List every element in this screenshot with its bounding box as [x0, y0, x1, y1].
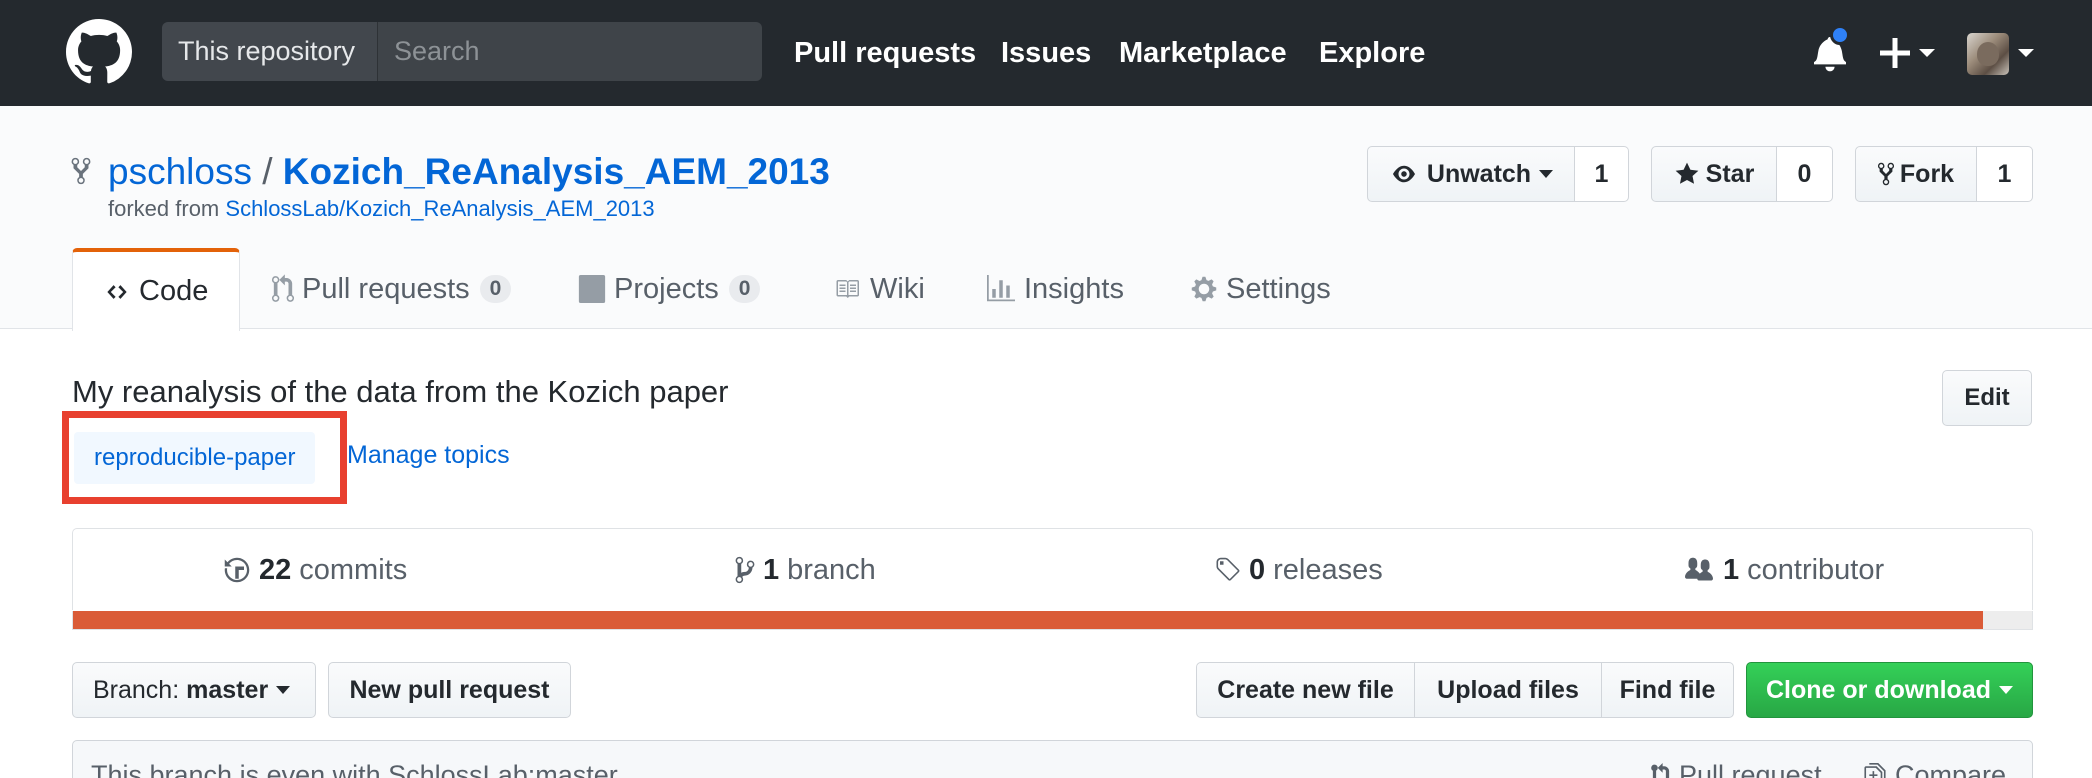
tab-code-label: Code: [139, 275, 209, 307]
top-header: This repository Pull requests Issues Mar…: [0, 0, 2092, 106]
tab-wiki[interactable]: Wiki: [832, 248, 925, 330]
releases-label: releases: [1273, 553, 1383, 586]
chevron-down-icon: [1539, 170, 1554, 178]
chevron-down-icon: [276, 686, 291, 694]
tab-settings-label: Settings: [1226, 272, 1331, 305]
eye-icon: [1392, 165, 1415, 183]
tab-code[interactable]: Code: [72, 248, 240, 331]
pull-request-label: Pull request: [1679, 760, 1822, 778]
notification-indicator: [1830, 25, 1850, 45]
gear-icon: [1191, 276, 1217, 302]
projects-counter: 0: [728, 275, 761, 303]
edit-button[interactable]: Edit: [1942, 370, 2032, 426]
commits-count: 22: [259, 553, 292, 586]
search-input[interactable]: [377, 22, 762, 81]
create-new-file-button[interactable]: Create new file: [1196, 662, 1415, 718]
git-pull-request-icon: [1651, 762, 1670, 778]
tab-settings[interactable]: Settings: [1190, 248, 1331, 330]
github-logo-icon[interactable]: [66, 19, 132, 85]
tab-pull-requests[interactable]: Pull requests 0: [272, 248, 512, 330]
star-icon: [1675, 162, 1699, 184]
tab-insights[interactable]: Insights: [986, 248, 1124, 330]
releases-link[interactable]: 0 releases: [1213, 529, 1383, 611]
clone-or-download-label: Clone or download: [1766, 675, 1991, 704]
book-icon: [836, 280, 859, 298]
search-scope-label: This repository: [162, 22, 377, 81]
repo-name-link[interactable]: Kozich_ReAnalysis_AEM_2013: [283, 151, 830, 192]
forked-from: forked from SchlossLab/Kozich_ReAnalysis…: [108, 196, 655, 222]
unwatch-label: Unwatch: [1426, 159, 1532, 188]
repo-description: My reanalysis of the data from the Kozic…: [72, 374, 729, 409]
diff-icon: [1864, 762, 1886, 778]
contributors-link[interactable]: 1 contributor: [1683, 529, 1884, 611]
nav-explore[interactable]: Explore: [1319, 33, 1425, 73]
branch-status-text: This branch is even with SchlossLab:mast…: [91, 760, 624, 778]
code-icon: [107, 284, 127, 299]
compare-label: Compare: [1895, 760, 2007, 778]
commits-label: commits: [299, 553, 408, 586]
repo-owner-link[interactable]: pschloss: [108, 151, 252, 192]
branch-name: master: [186, 675, 269, 704]
compare-link[interactable]: Compare: [1863, 760, 2006, 778]
contributors-count: 1: [1723, 553, 1740, 586]
tab-insights-label: Insights: [1024, 272, 1124, 305]
pull-requests-counter: 0: [479, 275, 512, 303]
contributors-label: contributor: [1747, 553, 1885, 586]
tab-wiki-label: Wiki: [870, 272, 925, 305]
releases-count: 0: [1249, 553, 1266, 586]
star-button[interactable]: Star: [1651, 146, 1777, 202]
people-icon: [1685, 557, 1713, 581]
watch-count[interactable]: 1: [1575, 146, 1629, 202]
repo-title: pschloss / Kozich_ReAnalysis_AEM_2013: [108, 150, 830, 194]
branch-prefix: Branch:: [93, 675, 180, 704]
clone-or-download-button[interactable]: Clone or download: [1746, 662, 2033, 718]
manage-topics-link[interactable]: Manage topics: [347, 441, 510, 470]
project-icon: [578, 275, 606, 303]
star-label: Star: [1705, 159, 1755, 188]
numbers-summary: 22 commits 1 branch 0 releases 1 contrib…: [72, 528, 2033, 610]
git-pull-request-icon: [272, 274, 294, 302]
graph-icon: [987, 275, 1015, 302]
chevron-down-icon[interactable]: [2018, 49, 2034, 57]
fork-button[interactable]: Fork: [1855, 146, 1977, 202]
tag-icon: [1216, 557, 1240, 581]
history-icon: [224, 557, 250, 583]
branch-label: branch: [787, 553, 876, 586]
nav-pull-requests[interactable]: Pull requests: [794, 33, 976, 73]
git-branch-icon: [735, 556, 755, 584]
chevron-down-icon: [1999, 686, 2013, 694]
language-bar[interactable]: [72, 611, 2033, 630]
tab-projects-label: Projects: [614, 272, 719, 305]
repo-forked-icon: [1877, 162, 1894, 186]
avatar[interactable]: [1967, 33, 2009, 75]
language-bar-fill: [73, 611, 1984, 629]
tab-projects[interactable]: Projects 0: [578, 248, 761, 330]
topic-tag[interactable]: reproducible-paper: [74, 432, 316, 484]
tab-pull-requests-label: Pull requests: [302, 272, 470, 305]
star-count[interactable]: 0: [1777, 146, 1833, 202]
chevron-down-icon[interactable]: [1919, 49, 1935, 57]
forked-from-label: forked from: [108, 196, 220, 221]
find-file-button[interactable]: Find file: [1601, 662, 1734, 718]
branches-link[interactable]: 1 branch: [735, 529, 876, 611]
nav-marketplace[interactable]: Marketplace: [1119, 33, 1287, 73]
branch-count: 1: [763, 553, 780, 586]
commits-link[interactable]: 22 commits: [223, 529, 407, 611]
fork-count[interactable]: 1: [1977, 146, 2033, 202]
branch-infobar: This branch is even with SchlossLab:mast…: [72, 740, 2033, 778]
plus-icon[interactable]: [1880, 38, 1910, 68]
fork-label: Fork: [1899, 159, 1955, 188]
upload-files-button[interactable]: Upload files: [1414, 662, 1602, 718]
pull-request-link[interactable]: Pull request: [1651, 760, 1822, 778]
nav-issues[interactable]: Issues: [1001, 33, 1091, 73]
branch-select-button[interactable]: Branch: master: [72, 662, 316, 718]
repo-forked-icon: [71, 157, 91, 185]
unwatch-button[interactable]: Unwatch: [1367, 146, 1575, 202]
path-separator: /: [262, 151, 273, 192]
new-pull-request-button[interactable]: New pull request: [328, 662, 571, 718]
forked-from-link[interactable]: SchlossLab/Kozich_ReAnalysis_AEM_2013: [225, 196, 654, 221]
